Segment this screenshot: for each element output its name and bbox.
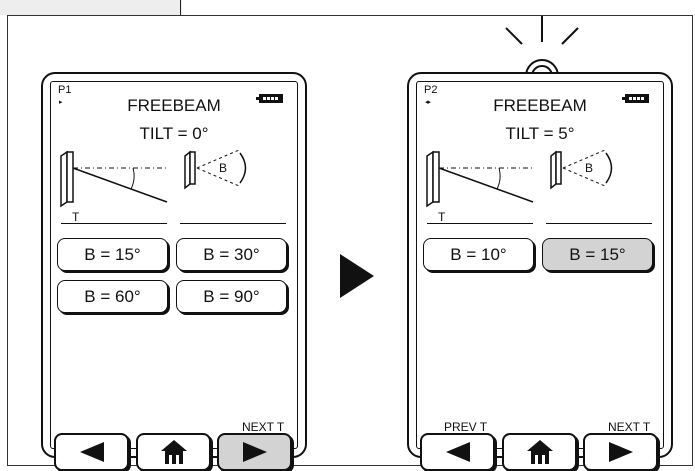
back-button[interactable] xyxy=(54,433,129,471)
tilt-label: T xyxy=(438,210,446,224)
next-button[interactable] xyxy=(583,433,658,471)
tilt-readout: TILT = 0° xyxy=(139,124,209,143)
tilt-diagram: B xyxy=(426,149,613,208)
next-t-label: NEXT T xyxy=(242,420,285,434)
home-icon xyxy=(526,440,553,464)
next-t-label: NEXT T xyxy=(608,420,651,434)
fixture-side-icon xyxy=(60,150,168,208)
right-arrow-icon xyxy=(242,442,267,462)
device-panel-1: P1 ▸ FREEBEAM TILT = 0° B T B = 15° B = … xyxy=(41,72,307,471)
right-arrow-icon xyxy=(608,442,633,462)
beam-90-button[interactable]: B = 90° xyxy=(176,280,287,313)
beam-15-button[interactable]: B = 15° xyxy=(57,238,168,271)
left-arrow-icon xyxy=(79,442,104,462)
tilt-label: T xyxy=(72,210,80,224)
divider xyxy=(546,223,652,224)
battery-icon xyxy=(622,94,649,103)
home-icon xyxy=(160,440,187,464)
next-button[interactable] xyxy=(217,433,292,471)
fixture-side-icon xyxy=(426,150,534,208)
light-bulb-rays-icon xyxy=(505,16,579,76)
prev-t-label: PREV T xyxy=(444,420,488,434)
divider xyxy=(180,223,286,224)
beam-60-button[interactable]: B = 60° xyxy=(57,280,168,313)
home-button[interactable] xyxy=(502,433,577,471)
beam-angle-icon: B xyxy=(184,149,247,190)
right-triangle-icon xyxy=(340,254,374,298)
divider xyxy=(61,223,167,224)
beam-label: B xyxy=(585,161,593,175)
home-button[interactable] xyxy=(136,433,211,471)
sidebar-divider xyxy=(180,0,181,15)
device-screen: P1 ▸ FREEBEAM TILT = 0° B T B = 15° B = … xyxy=(50,81,298,449)
divider xyxy=(427,223,533,224)
beam-10-button[interactable]: B = 10° xyxy=(423,238,534,271)
beam-15-button[interactable]: B = 15° xyxy=(542,238,653,271)
page-id: P1 xyxy=(58,84,72,96)
beam-label: B xyxy=(219,161,227,175)
battery-icon xyxy=(256,94,283,103)
tilt-readout: TILT = 5° xyxy=(505,124,575,143)
left-arrow-icon xyxy=(445,442,470,462)
sidebar-strip xyxy=(0,0,182,15)
page-id: P2 xyxy=(424,84,438,96)
back-button[interactable] xyxy=(420,433,495,471)
device-screen: P2 ◂▸ FREEBEAM TILT = 5° B T B = 10° B =… xyxy=(416,81,664,449)
tilt-diagram: B xyxy=(60,149,247,208)
beam-angle-icon: B xyxy=(550,149,613,190)
beam-30-button[interactable]: B = 30° xyxy=(176,238,287,271)
device-panel-2: P2 ◂▸ FREEBEAM TILT = 5° B T B = 10° B =… xyxy=(407,72,673,471)
